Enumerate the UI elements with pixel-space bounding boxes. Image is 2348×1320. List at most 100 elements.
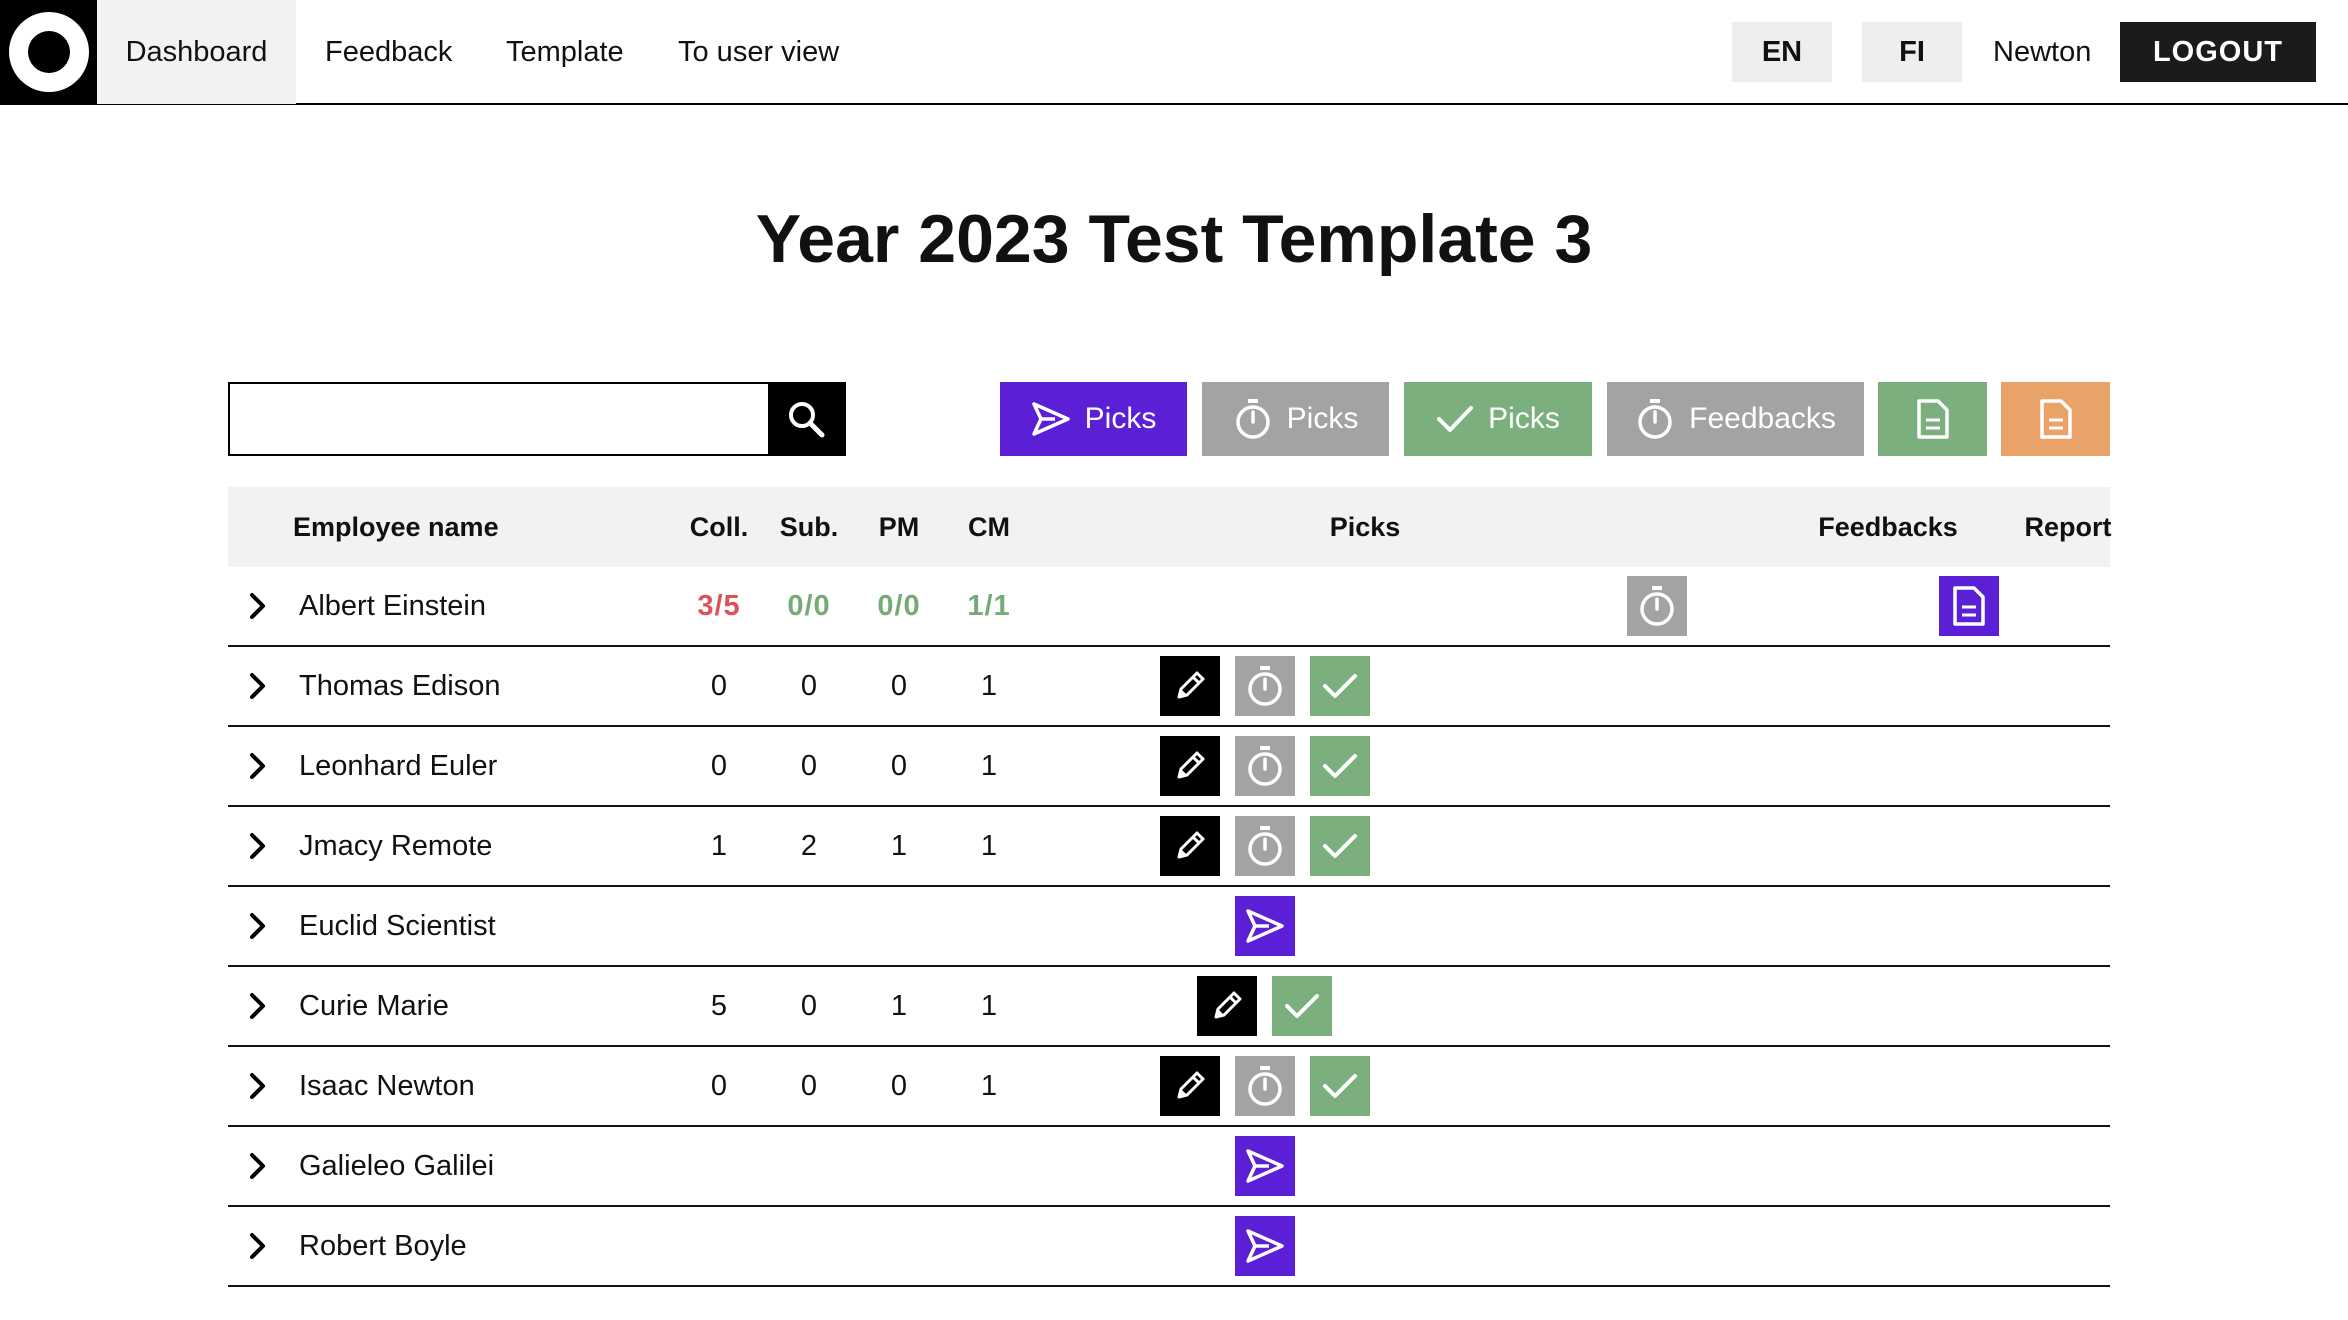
cm-count: 1 xyxy=(980,829,998,862)
coll-count xyxy=(669,887,769,965)
edit-pick-button[interactable] xyxy=(1160,816,1220,876)
edit-pick-button[interactable] xyxy=(1197,976,1257,1036)
pick-done-button[interactable] xyxy=(1310,656,1370,716)
expand-row-toggle[interactable] xyxy=(248,1207,268,1285)
search-box xyxy=(228,382,846,456)
header-coll: Coll. xyxy=(689,511,749,542)
coll-count: 3/5 xyxy=(697,589,741,622)
filter-report-pending-button[interactable] xyxy=(2001,382,2110,456)
send-pick-button[interactable] xyxy=(1235,896,1295,956)
pick-pending-button[interactable] xyxy=(1235,816,1295,876)
nav-dashboard[interactable]: Dashboard xyxy=(97,0,296,104)
cm-count: 1/1 xyxy=(967,589,1011,622)
table-row[interactable]: Isaac Newton 0 0 0 1 xyxy=(228,1047,2110,1127)
report-button[interactable] xyxy=(1939,576,1999,636)
chevron-right-icon xyxy=(250,1233,265,1259)
pick-done-button[interactable] xyxy=(1310,1056,1370,1116)
expand-row-toggle[interactable] xyxy=(248,647,268,725)
check-icon xyxy=(1323,834,1357,858)
search-button[interactable] xyxy=(768,384,844,454)
table-row[interactable]: Curie Marie 5 0 1 1 xyxy=(228,967,2110,1047)
table-row[interactable]: Robert Boyle xyxy=(228,1207,2110,1287)
coll-count: 0 xyxy=(710,1069,728,1102)
edit-pick-button[interactable] xyxy=(1160,736,1220,796)
pick-actions xyxy=(1235,1216,1295,1276)
expand-row-toggle[interactable] xyxy=(248,727,268,805)
pm-count: 1 xyxy=(890,989,908,1022)
table-row[interactable]: Galieleo Galilei xyxy=(228,1127,2110,1207)
search-input[interactable] xyxy=(230,384,770,454)
pick-done-button[interactable] xyxy=(1310,736,1370,796)
table-row[interactable]: Leonhard Euler 0 0 0 1 xyxy=(228,727,2110,807)
filter-picks-done-button[interactable]: Picks xyxy=(1404,382,1592,456)
header-report: Report xyxy=(2024,511,2112,542)
app-logo[interactable] xyxy=(0,0,97,104)
pencil-icon xyxy=(1214,991,1242,1019)
send-pick-button[interactable] xyxy=(1235,1136,1295,1196)
filter-picks-pending-button[interactable]: Picks xyxy=(1202,382,1389,456)
filter-report-done-button[interactable] xyxy=(1878,382,1987,456)
pm-count: 0 xyxy=(890,669,908,702)
pick-pending-button[interactable] xyxy=(1235,1056,1295,1116)
cm-count: 1 xyxy=(980,749,998,782)
nav-to-user-view[interactable]: To user view xyxy=(678,0,839,104)
edit-pick-button[interactable] xyxy=(1160,1056,1220,1116)
employee-name: Isaac Newton xyxy=(299,1069,475,1102)
expand-row-toggle[interactable] xyxy=(248,807,268,885)
chevron-right-icon xyxy=(250,753,265,779)
language-fi-button[interactable]: FI xyxy=(1862,22,1962,82)
pencil-icon xyxy=(1177,831,1205,859)
feedback-pending-button[interactable] xyxy=(1627,576,1687,636)
sub-count xyxy=(759,1127,859,1205)
coll-count: 1 xyxy=(710,829,728,862)
timer-icon xyxy=(1235,399,1270,439)
filter-label: Feedbacks xyxy=(1689,402,1836,435)
document-icon xyxy=(1953,586,1985,626)
table-row[interactable]: Euclid Scientist xyxy=(228,887,2110,967)
chevron-right-icon xyxy=(250,913,265,939)
table-row[interactable]: Thomas Edison 0 0 0 1 xyxy=(228,647,2110,727)
check-icon xyxy=(1323,754,1357,778)
logo-ring-icon xyxy=(8,12,89,92)
pick-done-button[interactable] xyxy=(1272,976,1332,1036)
language-en-button[interactable]: EN xyxy=(1732,22,1832,82)
send-pick-button[interactable] xyxy=(1235,1216,1295,1276)
pick-actions xyxy=(1160,816,1370,876)
check-icon xyxy=(1323,674,1357,698)
coll-count xyxy=(669,1207,769,1285)
edit-pick-button[interactable] xyxy=(1160,656,1220,716)
check-icon xyxy=(1437,406,1474,432)
current-user: Newton xyxy=(1993,35,2092,68)
coll-count: 0 xyxy=(710,669,728,702)
nav-template[interactable]: Template xyxy=(506,0,624,104)
pick-done-button[interactable] xyxy=(1310,816,1370,876)
table-row[interactable]: Albert Einstein 3/5 0/0 0/0 1/1 xyxy=(228,567,2110,647)
document-icon xyxy=(1916,399,1949,439)
table-row[interactable]: Jmacy Remote 1 2 1 1 xyxy=(228,807,2110,887)
sub-count: 0 xyxy=(800,749,818,782)
employee-name: Galieleo Galilei xyxy=(299,1149,495,1182)
expand-row-toggle[interactable] xyxy=(248,1047,268,1125)
coll-count: 0 xyxy=(710,749,728,782)
expand-row-toggle[interactable] xyxy=(248,967,268,1045)
filter-picks-sent-button[interactable]: Picks xyxy=(1000,382,1187,456)
header-employee-name: Employee name xyxy=(293,511,499,542)
expand-row-toggle[interactable] xyxy=(248,887,268,965)
pick-pending-button[interactable] xyxy=(1235,656,1295,716)
expand-row-toggle[interactable] xyxy=(248,567,268,645)
pm-count: 0 xyxy=(890,749,908,782)
pick-pending-button[interactable] xyxy=(1235,736,1295,796)
filter-label: Picks xyxy=(1488,402,1560,435)
pm-count: 1 xyxy=(890,829,908,862)
document-icon xyxy=(2039,399,2072,439)
timer-icon xyxy=(1638,399,1672,439)
header-pm: PM xyxy=(878,511,920,542)
nav-feedback[interactable]: Feedback xyxy=(325,0,452,104)
coll-count xyxy=(669,1127,769,1205)
pick-actions xyxy=(1160,736,1370,796)
filter-feedbacks-pending-button[interactable]: Feedbacks xyxy=(1607,382,1864,456)
sub-count xyxy=(759,1207,859,1285)
logout-button[interactable]: LOGOUT xyxy=(2120,22,2316,82)
expand-row-toggle[interactable] xyxy=(248,1127,268,1205)
chevron-right-icon xyxy=(250,993,265,1019)
